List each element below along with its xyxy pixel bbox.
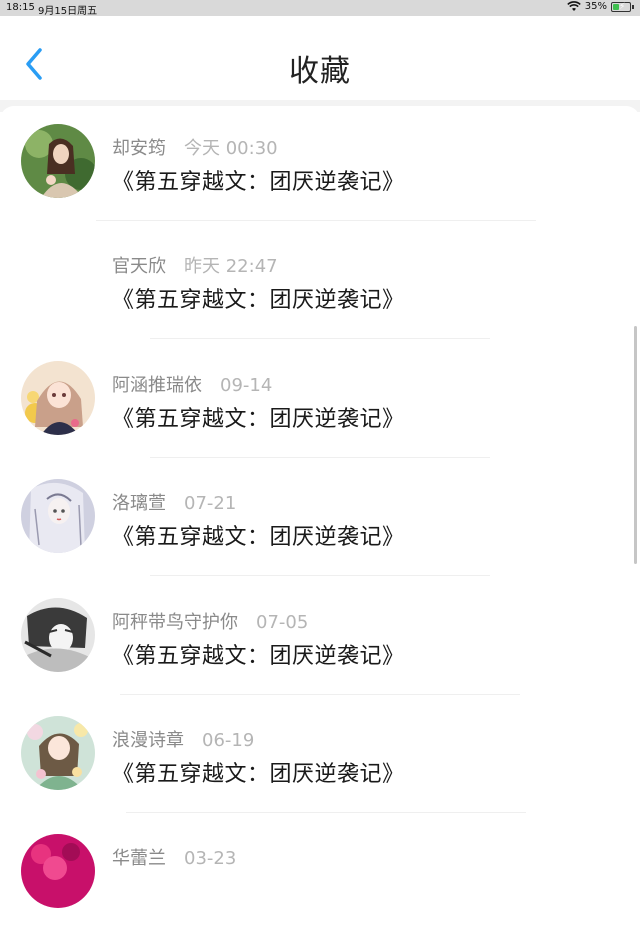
item-title: 《第五穿越文：团厌逆袭记》 [112,288,405,313]
divider [96,220,536,221]
item-meta: 阿涵推瑞依 09-14 [112,371,272,397]
avatar [21,124,95,198]
avatar [21,361,95,435]
item-meta: 官天欣 昨天 22:47 [112,252,278,278]
avatar [21,598,95,672]
list-item[interactable]: 阿涵推瑞依 09-14 《第五穿越文：团厌逆袭记》 [0,343,640,461]
item-title: 《第五穿越文：团厌逆袭记》 [112,407,405,432]
item-time: 今天 00:30 [184,138,278,159]
avatar [21,834,95,908]
item-author: 华蕾兰 [112,848,166,869]
favorites-list: 却安筠 今天 00:30 《第五穿越文：团厌逆袭记》 官天欣 昨天 22:47 《第… [0,106,640,908]
avatar-image [21,124,95,198]
divider [150,338,490,339]
item-time: 09-14 [220,375,273,396]
divider [150,575,490,576]
item-author: 阿涵推瑞依 [112,375,202,396]
item-title: 《第五穿越文：团厌逆袭记》 [112,525,405,550]
battery-icon: ⚡ [611,1,631,12]
item-meta: 浪漫诗章 06-19 [112,726,254,752]
item-author: 官天欣 [112,256,166,277]
avatar-image [21,598,95,672]
header: 收藏 [0,16,640,100]
battery-percent: 35% [584,1,607,12]
item-title: 《第五穿越文：团厌逆袭记》 [112,170,405,195]
item-time: 06-19 [202,730,255,751]
divider [120,694,520,695]
item-time: 07-05 [256,612,309,633]
avatar [21,716,95,790]
battery-cap [632,4,634,9]
list-item[interactable]: 却安筠 今天 00:30 《第五穿越文：团厌逆袭记》 [0,106,640,224]
wifi-icon [567,1,581,11]
list-item[interactable]: 官天欣 昨天 22:47 《第五穿越文：团厌逆袭记》 [0,224,640,342]
status-date: 9月15日周五 [38,6,98,17]
status-bar: 18:15 9月15日周五 35% ⚡ [0,0,640,17]
item-meta: 华蕾兰 03-23 [112,844,236,870]
item-meta: 阿秤带鸟守护你 07-05 [112,608,308,634]
avatar-image [21,361,95,435]
list-item[interactable]: 洛璃萱 07-21 《第五穿越文：团厌逆袭记》 [0,461,640,579]
item-author: 浪漫诗章 [112,730,184,751]
item-time: 03-23 [184,848,237,869]
avatar-image [21,479,95,553]
battery-fill [613,3,619,10]
divider [150,457,490,458]
scrollbar[interactable] [634,326,637,564]
avatar-image [21,716,95,790]
charging-bolt-icon: ⚡ [619,1,626,12]
list-item[interactable]: 华蕾兰 03-23 [0,816,640,934]
item-time: 07-21 [184,493,237,514]
item-meta: 洛璃萱 07-21 [112,489,236,515]
item-author: 却安筠 [112,138,166,159]
avatar [21,479,95,553]
item-author: 洛璃萱 [112,493,166,514]
item-time: 昨天 22:47 [184,256,278,277]
avatar-image [21,834,95,908]
list-item[interactable]: 浪漫诗章 06-19 《第五穿越文：团厌逆袭记》 [0,698,640,816]
item-title: 《第五穿越文：团厌逆袭记》 [112,644,405,669]
page-title: 收藏 [289,54,351,89]
status-time: 18:15 [6,2,35,13]
status-right: 35% ⚡ [567,1,634,12]
divider [126,812,526,813]
item-meta: 却安筠 今天 00:30 [112,134,278,160]
item-author: 阿秤带鸟守护你 [112,612,238,633]
list-item[interactable]: 阿秤带鸟守护你 07-05 《第五穿越文：团厌逆袭记》 [0,580,640,698]
item-title: 《第五穿越文：团厌逆袭记》 [112,762,405,787]
